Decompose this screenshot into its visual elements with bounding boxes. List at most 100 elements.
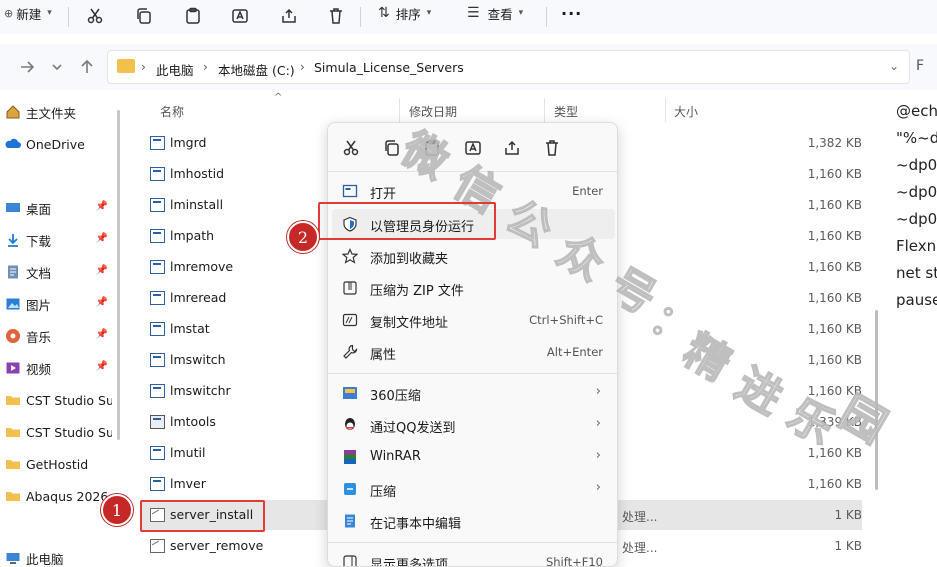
menu-item-copy-path[interactable]: 复制文件地址 Ctrl+Shift+C	[332, 305, 615, 335]
delete-button[interactable]	[327, 3, 345, 29]
column-divider[interactable]	[665, 98, 666, 122]
chevron-right-icon: ›	[595, 416, 601, 431]
new-circle-icon: ⊕	[4, 6, 14, 20]
cm-paste-button[interactable]	[423, 139, 441, 157]
file-name: lmutil	[170, 445, 206, 460]
file-list-scrollbar[interactable]	[875, 310, 878, 490]
file-name: lmgrd	[170, 135, 207, 150]
menu-item-label: 打开	[370, 187, 397, 202]
nav-item-label: 桌面	[26, 201, 52, 217]
toolbar-divider	[68, 7, 69, 27]
navigation-scrollbar[interactable]	[117, 110, 120, 440]
view-button[interactable]: ☰ 查看 ▾	[467, 0, 523, 26]
executable-icon	[150, 260, 165, 274]
column-header-name[interactable]: 名称	[160, 103, 184, 120]
rename-button[interactable]	[231, 3, 249, 29]
pin-icon[interactable]: 📌	[96, 201, 108, 212]
nav-item-documents[interactable]: 文档 📌	[0, 260, 112, 284]
executable-icon	[150, 229, 165, 243]
nav-item-downloads[interactable]: 下载 📌	[0, 228, 112, 252]
file-size: 1,160 KB	[807, 260, 862, 274]
paste-button[interactable]	[184, 3, 202, 29]
folder-icon	[5, 456, 21, 472]
rename-icon	[465, 141, 481, 155]
nav-item-onedrive[interactable]: OneDrive	[0, 132, 112, 156]
nav-item-label: 音乐	[26, 329, 52, 345]
file-name: lmtools	[170, 414, 216, 429]
cm-copy-button[interactable]	[383, 139, 401, 157]
command-bar: ⊕ 新建 ▾ ⇅ 排序 ▾ ☰ 查看 ▾ ···	[0, 0, 937, 34]
column-header-type[interactable]: 类型	[554, 103, 578, 120]
navigation-row: › 此电脑 › 本地磁盘 (C:) › Simula_License_Serve…	[0, 44, 937, 90]
pin-icon[interactable]: 📌	[96, 361, 108, 372]
scissors-icon	[87, 8, 103, 24]
column-divider[interactable]	[399, 98, 400, 122]
menu-item-properties[interactable]: 属性 Alt+Enter	[332, 337, 615, 367]
nav-item-this-pc[interactable]: 此电脑	[0, 546, 112, 567]
view-lines-icon: ☰	[467, 5, 480, 21]
nav-item-cst-2[interactable]: CST Studio Sui	[0, 420, 112, 444]
nav-item-home[interactable]: 主文件夹	[0, 100, 112, 124]
menu-item-label: 在记事本中编辑	[370, 517, 462, 532]
forward-button[interactable]	[18, 58, 36, 76]
nav-item-music[interactable]: 音乐 📌	[0, 324, 112, 348]
pin-icon[interactable]: 📌	[96, 233, 108, 244]
sort-button[interactable]: ⇅ 排序 ▾	[378, 0, 431, 26]
cm-rename-button[interactable]	[464, 139, 482, 157]
zip-icon	[342, 280, 358, 296]
file-size: 1,160 KB	[807, 167, 862, 181]
sort-caret-up-icon: ^	[274, 92, 283, 103]
menu-item-more-options[interactable]: 显示更多选项 Shift+F10	[332, 547, 615, 567]
new-button[interactable]: ⊕ 新建 ▾	[4, 0, 52, 26]
qq-icon	[342, 417, 358, 433]
copy-button[interactable]	[135, 3, 153, 29]
nav-item-videos[interactable]: 视频 📌	[0, 356, 112, 380]
arrow-up-icon	[81, 59, 93, 73]
executable-icon	[150, 167, 165, 181]
nav-item-pictures[interactable]: 图片 📌	[0, 292, 112, 316]
breadcrumb-this-pc[interactable]: 此电脑	[156, 60, 194, 79]
menu-item-add-favorites[interactable]: 添加到收藏夹	[332, 241, 615, 271]
sort-arrows-icon: ⇅	[378, 5, 390, 21]
pin-icon[interactable]: 📌	[96, 265, 108, 276]
breadcrumb-local-disk[interactable]: 本地磁盘 (C:)	[218, 60, 295, 79]
menu-item-compress-zip[interactable]: 压缩为 ZIP 文件	[332, 273, 615, 303]
file-name: lmstat	[170, 321, 210, 336]
menu-item-shortcut: Alt+Enter	[546, 345, 603, 359]
column-header-size[interactable]: 大小	[674, 103, 698, 120]
cm-cut-button[interactable]	[342, 139, 360, 157]
column-divider[interactable]	[544, 98, 545, 122]
chevron-down-icon: ▾	[426, 8, 432, 18]
share-button[interactable]	[280, 3, 298, 29]
more-button[interactable]: ···	[561, 0, 582, 26]
file-name: lmreread	[170, 290, 227, 305]
menu-item-winrar[interactable]: WinRAR ›	[332, 442, 615, 472]
cut-button[interactable]	[86, 3, 104, 29]
breadcrumb-current-folder[interactable]: Simula_License_Servers	[314, 60, 464, 75]
menu-item-send-qq[interactable]: 通过QQ发送到 ›	[332, 410, 615, 440]
menu-item-label: 显示更多选项	[370, 558, 449, 567]
chevron-right-icon: ›	[595, 448, 601, 463]
recent-locations-button[interactable]	[48, 58, 66, 76]
star-icon	[341, 248, 359, 264]
menu-item-360-compress[interactable]: 360压缩 ›	[332, 378, 615, 408]
column-header-modified[interactable]: 修改日期	[409, 103, 457, 120]
nav-item-cst-1[interactable]: CST Studio Sui	[0, 388, 112, 412]
up-button[interactable]	[78, 58, 96, 76]
address-bar[interactable]: › 此电脑 › 本地磁盘 (C:) › Simula_License_Serve…	[107, 50, 910, 84]
file-size: 1,382 KB	[807, 136, 862, 150]
compress-360-icon	[342, 385, 358, 401]
cm-share-button[interactable]	[503, 139, 521, 157]
pin-icon[interactable]: 📌	[96, 297, 108, 308]
file-name: lmver	[170, 476, 206, 491]
cm-delete-button[interactable]	[543, 139, 561, 157]
pin-icon[interactable]: 📌	[96, 329, 108, 340]
nav-item-gethostid[interactable]: GetHostid	[0, 452, 112, 476]
nav-item-abaqus[interactable]: Abaqus 2026	[0, 484, 112, 508]
nav-item-desktop[interactable]: 桌面 📌	[0, 196, 112, 220]
menu-item-edit-notepad[interactable]: 在记事本中编辑	[332, 506, 615, 536]
chevron-down-icon[interactable]: ⌄	[889, 59, 899, 73]
refresh-button[interactable]: F	[916, 58, 934, 76]
sort-label: 排序	[395, 6, 421, 22]
menu-item-archive[interactable]: 压缩 ›	[332, 474, 615, 504]
